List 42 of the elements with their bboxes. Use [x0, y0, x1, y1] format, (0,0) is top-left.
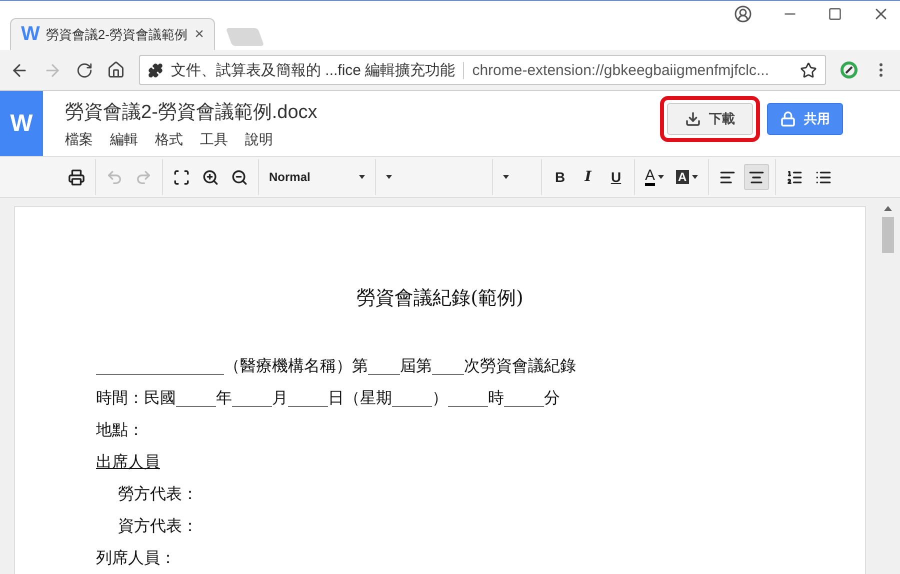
document-heading: 勞資會議紀錄(範例): [356, 287, 524, 309]
italic-button[interactable]: I: [576, 164, 600, 190]
maximize-icon[interactable]: [828, 7, 842, 21]
align-center-icon[interactable]: [744, 164, 769, 190]
reload-icon[interactable]: [76, 62, 93, 78]
underline-button[interactable]: U: [604, 164, 628, 190]
menu-item[interactable]: 工具: [200, 131, 228, 149]
document-line: ________________（醫療機構名稱）第____屆第____次勞資會議紀錄: [96, 355, 577, 377]
lock-icon: [780, 110, 796, 126]
bold-button[interactable]: B: [548, 164, 572, 190]
browser-tab[interactable]: W 勞資會議2-勞資會議範例 ×: [10, 18, 215, 50]
compass-icon[interactable]: [840, 61, 858, 79]
document-title: 勞資會議2-勞資會議範例.docx: [65, 101, 318, 125]
bookmark-star-icon[interactable]: [800, 62, 817, 78]
menu-item[interactable]: 編輯: [110, 131, 138, 149]
tab-title: 勞資會議2-勞資會議範例: [46, 26, 188, 44]
puzzle-icon: [148, 62, 163, 78]
tab-favicon: W: [21, 23, 40, 46]
download-button[interactable]: 下載: [667, 102, 753, 134]
document-line: 列席人員：: [96, 547, 177, 569]
document-line: 資方代表：: [117, 515, 199, 537]
text-color-button[interactable]: A: [641, 164, 668, 190]
style-select[interactable]: Normal: [263, 164, 371, 190]
document-line: 出席人員: [96, 451, 161, 473]
app-logo: W: [0, 91, 43, 156]
document-line: 勞方代表：: [117, 483, 199, 505]
address-bar[interactable]: 文件、試算表及簡報的 ...fice 編輯擴充功能 chrome-extension://gbkeegbaiigmenfmjfclc...: [139, 55, 826, 85]
close-tab-button[interactable]: ×: [194, 26, 204, 44]
caret-icon: [386, 175, 392, 179]
highlight-color-button[interactable]: A: [672, 164, 702, 190]
download-icon: [685, 110, 701, 126]
caret-icon: [503, 175, 509, 179]
document-line: 時間：民國_____年_____月_____日（星期_____）_____時_____分: [96, 387, 561, 409]
menu-item[interactable]: 格式: [155, 131, 183, 149]
profile-icon[interactable]: [734, 5, 752, 23]
url-text: chrome-extension://gbkeegbaiigmenfmjfclc...: [463, 62, 792, 78]
menu-item[interactable]: 說明: [245, 131, 273, 149]
caret-icon: [359, 175, 365, 179]
menu-item[interactable]: 檔案: [65, 131, 93, 149]
home-icon[interactable]: [107, 61, 125, 79]
document-line: 地點：: [96, 419, 145, 441]
extension-name: 文件、試算表及簡報的 ...fice 編輯擴充功能: [171, 60, 456, 80]
